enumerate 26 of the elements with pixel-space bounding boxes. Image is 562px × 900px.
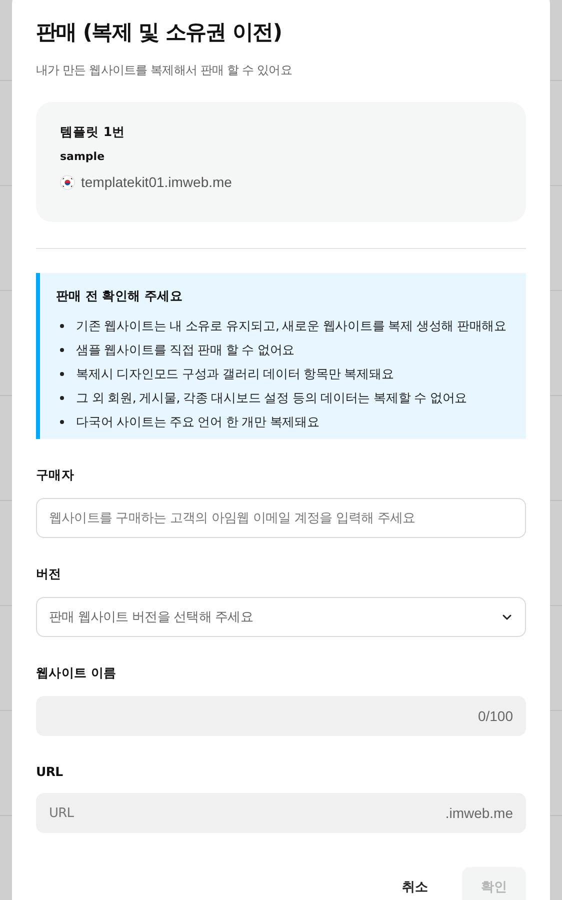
cancel-button[interactable]: 취소 <box>384 867 446 900</box>
notice-item: 복제시 디자인모드 구성과 갤러리 데이터 항목만 복제돼요 <box>76 366 394 382</box>
notice-title: 판매 전 확인해 주세요 <box>56 288 184 305</box>
flag-icon <box>60 174 75 190</box>
notice-item: 다국어 사이트는 주요 언어 한 개만 복제돼요 <box>76 414 320 430</box>
bullet-icon <box>60 348 64 352</box>
site-label: sample <box>60 150 106 163</box>
input-field[interactable]: 웹사이트를 구매하는 고객의 아임웹 이메일 계정을 입력해 주세요 <box>36 498 526 538</box>
dialog-title: 판매 (복제 및 소유권 이전) <box>36 19 283 46</box>
field-label: 버전 <box>36 566 62 583</box>
notice-item: 샘플 웹사이트를 직접 판매 할 수 없어요 <box>76 342 295 358</box>
notice-item: 그 외 회원, 게시물, 각종 대시보드 설정 등의 데이터는 복제할 수 없어요 <box>76 390 468 406</box>
field-label: 구매자 <box>36 467 76 484</box>
site-url: templatekit01.imweb.me <box>81 174 232 190</box>
notice-item: 기존 웹사이트는 내 소유로 유지되고, 새로운 웹사이트를 복제 생성해 판매해요 <box>76 318 507 334</box>
field-label: 웹사이트 이름 <box>36 665 118 682</box>
character-counter: 0/100 <box>478 708 513 724</box>
bullet-icon <box>60 396 64 400</box>
bullet-icon <box>60 372 64 376</box>
dialog-subtitle: 내가 만든 웹사이트를 복제해서 판매 할 수 있어요 <box>36 62 293 79</box>
bullet-icon <box>60 420 64 424</box>
bullet-icon <box>60 324 64 328</box>
field-label: URL <box>36 764 64 779</box>
select-field[interactable]: 판매 웹사이트 버전을 선택해 주세요 <box>36 597 526 637</box>
domain-suffix: .imweb.me <box>445 805 513 821</box>
site-name: 템플릿 1번 <box>60 124 126 141</box>
